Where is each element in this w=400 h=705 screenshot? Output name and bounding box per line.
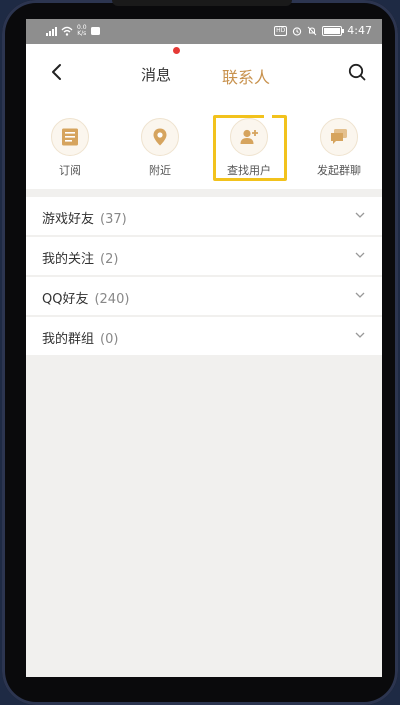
- group-row-following[interactable]: 我的关注 (2): [26, 237, 382, 275]
- action-nearby-circle: [141, 118, 179, 156]
- app-notification-icon: [90, 27, 100, 35]
- network-speed-unit: K/s: [77, 30, 87, 37]
- status-left: 0.0 K/s: [46, 25, 100, 37]
- location-pin-icon: [153, 128, 167, 146]
- group-count: (2): [100, 252, 119, 267]
- status-bar: 0.0 K/s HD 4:47: [26, 19, 382, 44]
- action-subscribe-label: 订阅: [59, 164, 81, 177]
- group-count: (240): [94, 292, 130, 307]
- group-title: 我的关注: [42, 252, 95, 267]
- phone-notch: [112, 0, 292, 6]
- back-button[interactable]: [46, 60, 68, 84]
- battery-level: [324, 27, 341, 34]
- chevron-down-icon: [355, 292, 365, 298]
- action-nearby-label: 附近: [149, 164, 171, 177]
- action-nearby[interactable]: 附近: [120, 102, 200, 189]
- battery-icon: [322, 25, 345, 36]
- unread-dot: [173, 47, 180, 54]
- hd-icon: HD: [274, 25, 288, 36]
- wifi-icon: [61, 26, 73, 36]
- group-title: 游戏好友: [42, 212, 95, 227]
- phone-frame: 0.0 K/s HD 4:47 消息 联系人 订阅 附近 查找用户 发起群聊 游…: [2, 0, 398, 705]
- action-group-chat-label: 发起群聊: [317, 164, 361, 177]
- action-subscribe-circle: [51, 118, 89, 156]
- tab-contacts[interactable]: 联系人: [222, 64, 270, 88]
- chevron-down-icon: [355, 212, 365, 218]
- highlight-box: [213, 115, 287, 181]
- action-start-group-chat[interactable]: 发起群聊: [299, 102, 379, 189]
- group-row-game-friends[interactable]: 游戏好友 (37): [26, 197, 382, 235]
- quick-actions-bar: 订阅 附近 查找用户 发起群聊: [26, 102, 382, 189]
- status-time: 4:47: [347, 24, 372, 37]
- chevron-down-icon: [355, 332, 365, 338]
- group-name: 我的关注 (2): [42, 248, 118, 267]
- tab-messages[interactable]: 消息: [141, 64, 171, 85]
- group-name: QQ好友 (240): [42, 288, 129, 307]
- subscribe-list-icon: [62, 128, 78, 146]
- group-row-my-groups[interactable]: 我的群组 (0): [26, 317, 382, 355]
- alarm-icon: [293, 26, 302, 36]
- search-icon[interactable]: [346, 61, 368, 83]
- status-right: HD 4:47: [274, 24, 372, 37]
- top-nav-header: 消息 联系人: [26, 44, 382, 102]
- app-screen: 0.0 K/s HD 4:47 消息 联系人 订阅 附近 查找用户 发起群聊 游…: [26, 19, 382, 677]
- signal-icon: [46, 26, 57, 36]
- group-name: 我的群组 (0): [42, 328, 118, 347]
- action-group-chat-circle: [320, 118, 358, 156]
- group-count: (37): [100, 212, 127, 227]
- group-name: 游戏好友 (37): [42, 208, 127, 227]
- group-count: (0): [100, 332, 119, 347]
- contact-groups-list: 游戏好友 (37) 我的关注 (2) QQ好友 (240) 我的群组 (0): [26, 197, 382, 357]
- chat-bubbles-icon: [331, 129, 347, 144]
- group-row-qq-friends[interactable]: QQ好友 (240): [26, 277, 382, 315]
- network-speed: 0.0 K/s: [77, 25, 87, 37]
- group-title: 我的群组: [42, 332, 95, 347]
- chevron-down-icon: [355, 252, 365, 258]
- mute-bell-icon: [307, 26, 317, 35]
- action-subscribe[interactable]: 订阅: [30, 102, 110, 189]
- group-title: QQ好友: [42, 292, 89, 307]
